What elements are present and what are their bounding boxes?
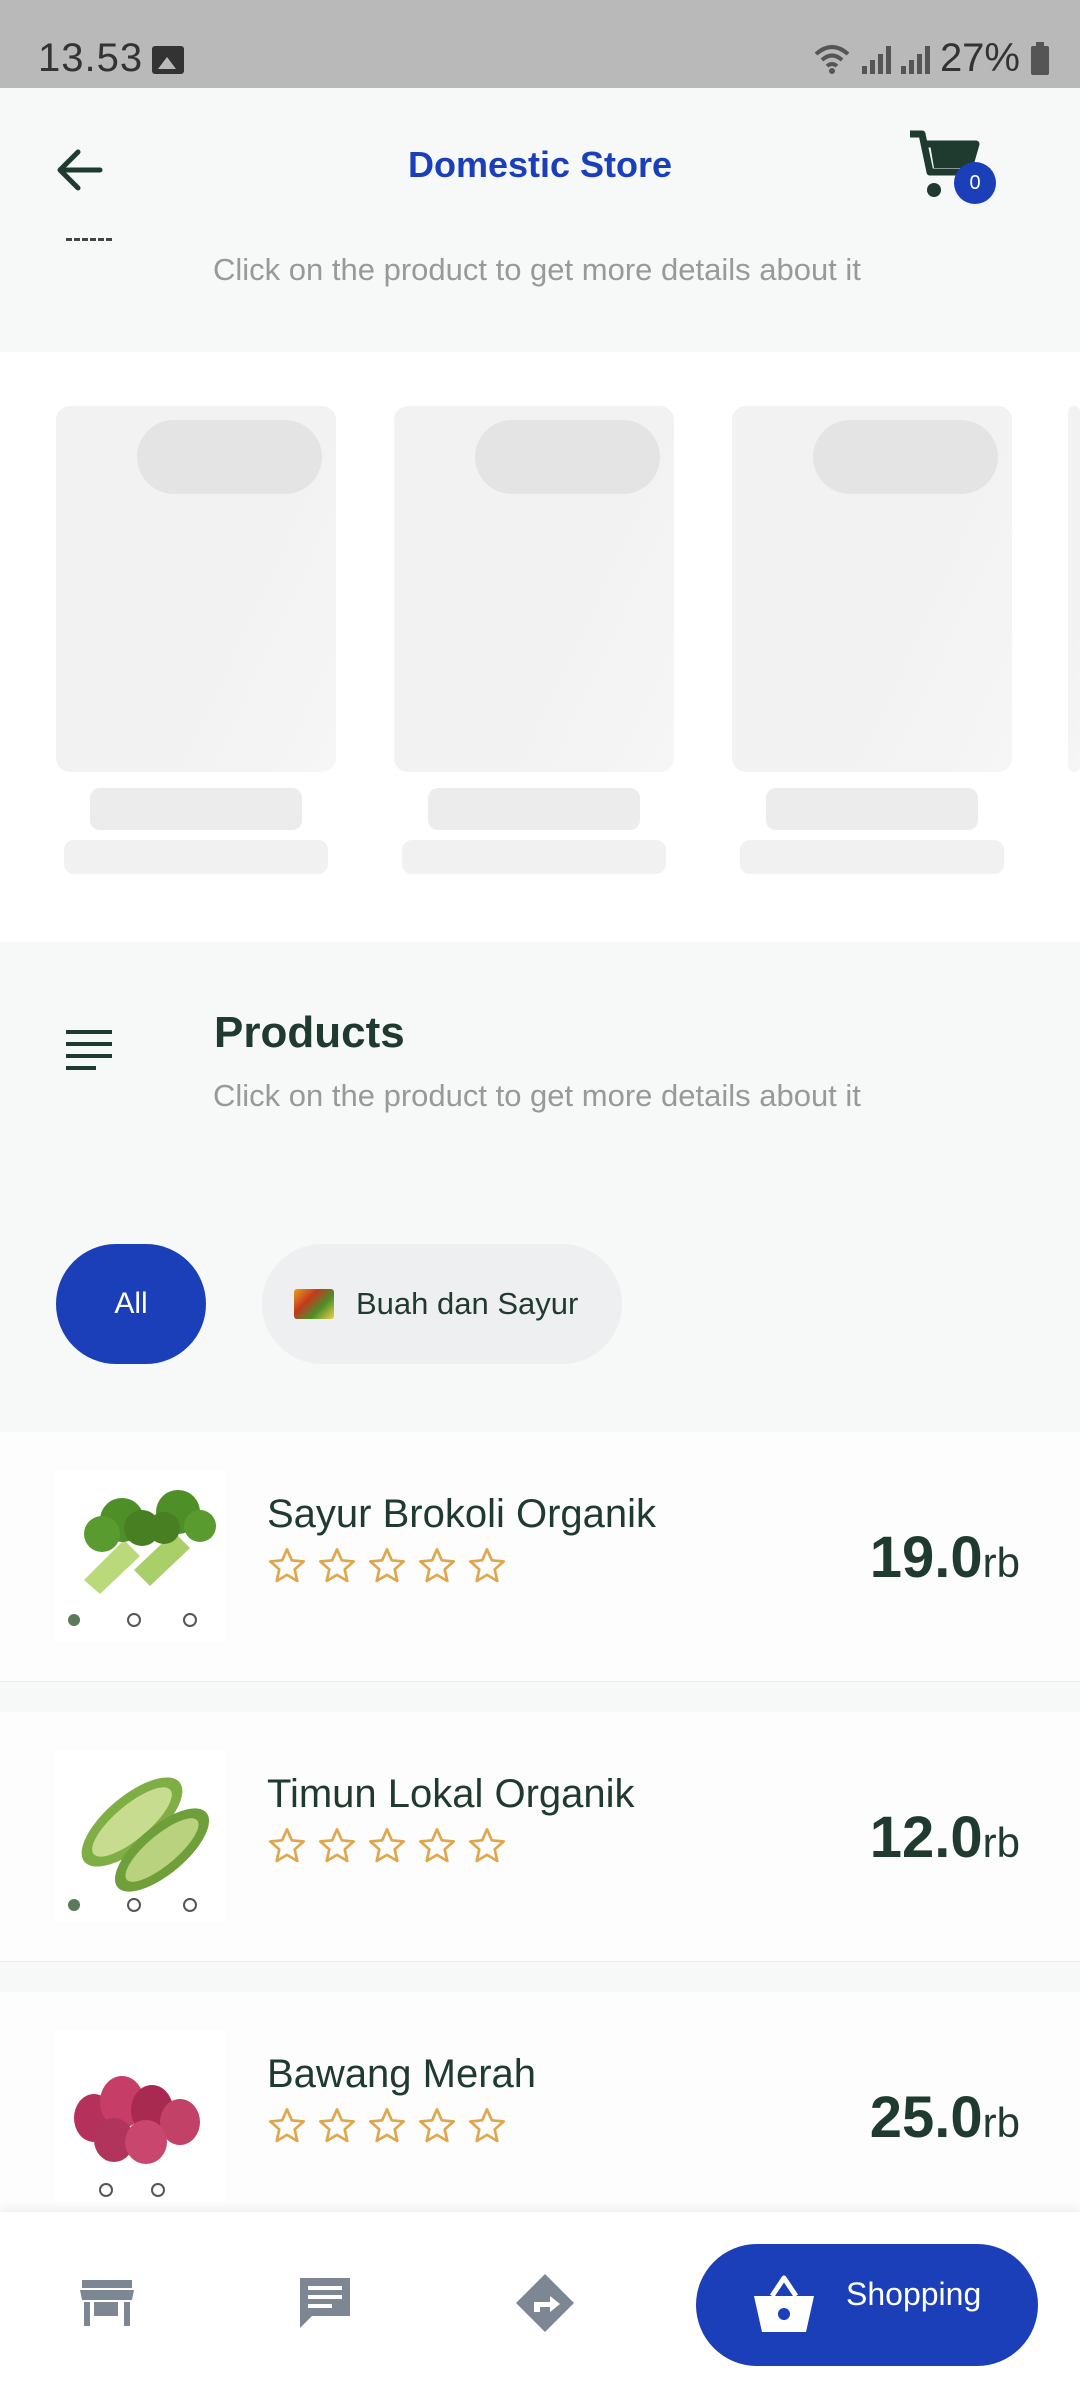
skeleton-pill [137,420,322,494]
star-icon [269,2108,305,2143]
signal-icon [900,44,930,74]
products-header: Products Click on the product to get mor… [0,942,1080,1432]
products-title: Products [214,1008,405,1057]
skeleton-line [740,840,1004,874]
cart-button[interactable]: 0 [908,128,1000,212]
skeleton-card [56,406,336,772]
top-section: Click on the product to get more details… [0,238,1080,352]
directions-icon[interactable] [514,2272,576,2334]
product-card[interactable]: Timun Lokal Organik 12.0rb [0,1712,1080,1962]
product-rating [267,2106,507,2146]
bottom-navigation: Shopping [0,2212,1080,2400]
star-icon [319,2108,355,2143]
product-price: 12.0rb [869,1805,1020,1870]
shopping-button-label: Shopping [846,2276,982,2312]
star-icon [419,2108,455,2143]
gallery-notification-icon [152,46,184,74]
star-icon [469,2108,505,2143]
star-icon [319,1548,355,1583]
store-icon[interactable] [76,2272,138,2334]
star-icon [369,2108,405,2143]
status-time: 13.53 [38,36,144,80]
product-rating [267,1546,507,1586]
skeleton-pill [813,420,998,494]
product-price: 25.0rb [869,2085,1020,2150]
product-card[interactable]: Sayur Brokoli Organik 19.0rb [0,1432,1080,1682]
list-menu-icon [66,1030,114,1070]
cucumber-product-image [54,1750,226,1922]
status-right: 27% [812,36,1050,81]
star-icon [319,1828,355,1863]
skeleton-line [90,788,302,830]
product-card[interactable]: Bawang Merah 25.0rb [0,1992,1080,2242]
star-icon [369,1548,405,1583]
skeleton-line [428,788,640,830]
skeleton-card [732,406,1012,772]
top-section-subtitle: Click on the product to get more details… [213,252,861,287]
loading-carousel [0,352,1080,942]
battery-level: 27% [939,36,1020,80]
skeleton-card [394,406,674,772]
product-rating [267,1826,507,1866]
filter-chip-buah-dan-sayur[interactable]: Buah dan Sayur [262,1244,622,1364]
star-icon [419,1828,455,1863]
product-price: 19.0rb [869,1525,1020,1590]
chat-icon[interactable] [294,2272,356,2334]
star-icon [269,1828,305,1863]
star-icon [369,1828,405,1863]
shallot-product-image [54,2030,226,2202]
skeleton-line [766,788,978,830]
shopping-basket-icon [754,2275,814,2332]
product-name: Timun Lokal Organik [267,1772,635,1816]
status-bar: 13.53 27% [0,0,1080,88]
app-bar: Domestic Store 0 [0,88,1080,238]
signal-icon [861,44,891,74]
product-name: Bawang Merah [267,2052,537,2096]
category-thumbnail [294,1289,334,1319]
skeleton-line [64,840,328,874]
filter-chip-label: Buah dan Sayur [356,1286,579,1321]
products-subtitle: Click on the product to get more details… [213,1078,861,1113]
filter-chip-all[interactable]: All [56,1244,206,1364]
battery-icon [1031,41,1049,75]
star-icon [469,1828,505,1863]
shopping-button[interactable]: Shopping [696,2244,1038,2366]
product-name: Sayur Brokoli Organik [267,1492,657,1536]
skeleton-line [402,840,666,874]
broccoli-product-image [54,1470,226,1642]
screen: 13.53 27% Domestic Store 0 Click on the … [0,0,1080,2400]
skeleton-pill [475,420,660,494]
star-icon [269,1548,305,1583]
star-icon [469,1548,505,1583]
skeleton-card [1068,406,1080,772]
star-icon [419,1548,455,1583]
section-icon [66,238,112,250]
cart-count-badge: 0 [954,162,996,204]
wifi-icon [814,44,850,74]
